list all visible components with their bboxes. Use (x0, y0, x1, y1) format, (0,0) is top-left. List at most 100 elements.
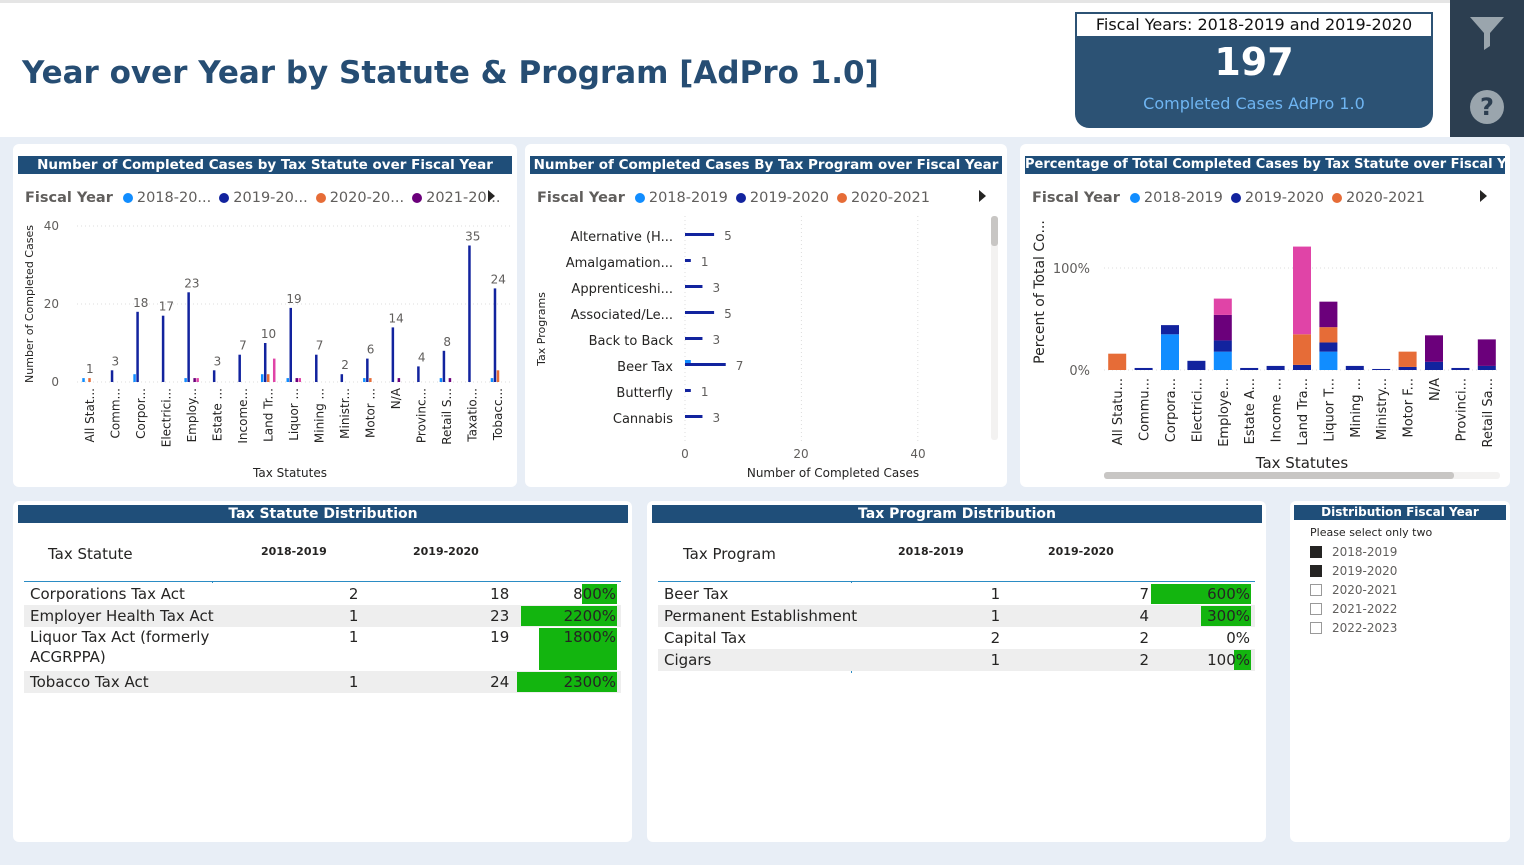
data-label: 2 (341, 358, 349, 372)
data-label: 24 (491, 272, 506, 286)
legend-next-arrow-icon[interactable] (1480, 190, 1487, 202)
x-tick-label: N/A (1428, 378, 1443, 401)
legend-next-arrow-icon[interactable] (979, 190, 986, 202)
table-row[interactable]: Capital Tax 2 2 0% (658, 627, 1255, 649)
legend-item[interactable]: 2019-2020 (1230, 190, 1324, 206)
slicer-option-label: 2020-2021 (1332, 583, 1398, 597)
statute-matrix-title: Tax Statute Distribution (18, 505, 628, 523)
scrollbar-thumb[interactable] (991, 216, 998, 246)
column-header-program[interactable]: Tax Program (683, 545, 776, 563)
data-label: 10 (261, 327, 276, 341)
header-divider (24, 581, 621, 582)
kpi-card: Fiscal Years: 2018-2019 and 2019-2020 19… (1075, 12, 1433, 128)
slicer-option[interactable]: 2020-2021 (1310, 582, 1397, 598)
table-row[interactable]: Tobacco Tax Act 1 24 2300% (24, 671, 621, 693)
slicer-option[interactable]: 2021-2022 (1310, 601, 1397, 617)
bar (315, 354, 318, 382)
bar (685, 337, 703, 340)
scrollbar-thumb[interactable] (1104, 472, 1454, 479)
slicer-option[interactable]: 2018-2019 (1310, 544, 1397, 560)
bar-segment (1398, 366, 1417, 370)
bar (88, 378, 91, 382)
cell-year-a: 2 (990, 629, 1001, 647)
cell-year-a: 1 (348, 628, 359, 646)
legend-item[interactable]: 2018-2019 (634, 190, 728, 206)
table-row[interactable]: Permanent Establishment 1 4 300% (658, 605, 1255, 627)
change-value: 800% (573, 585, 616, 603)
change-value: 600% (1207, 585, 1250, 603)
checkbox[interactable] (1310, 546, 1322, 558)
y-tick-label: Apprenticeshi... (571, 282, 673, 297)
bar (685, 285, 703, 288)
legend-label: 2020-2021 (1345, 190, 1425, 206)
program-matrix-card: Tax Program Distribution Tax Program 201… (647, 501, 1266, 842)
legend-item[interactable]: 2019-20... (219, 190, 308, 206)
x-tick-label: Land Tra... (1296, 378, 1311, 446)
slicer-option[interactable]: 2022-2023 (1310, 620, 1397, 636)
slicer-option-label: 2022-2023 (1332, 621, 1398, 635)
change-value: 2200% (563, 607, 616, 625)
column-header-year-a[interactable]: 2018-2019 (261, 545, 327, 558)
table-row[interactable]: Employer Health Tax Act 1 23 2200% (24, 605, 621, 627)
legend-next-arrow-icon[interactable] (488, 190, 495, 202)
column-header-year-b[interactable]: 2019-2020 (413, 545, 479, 558)
data-label: 6 (367, 343, 375, 357)
slicer-option-label: 2018-2019 (1332, 545, 1398, 559)
table-row[interactable]: Beer Tax 1 7 600% (658, 583, 1255, 605)
bar (448, 378, 452, 382)
bar (263, 343, 267, 382)
x-tick-label: Ministry... (1375, 378, 1390, 440)
checkbox[interactable] (1310, 584, 1322, 596)
bar (133, 374, 136, 382)
checkbox[interactable] (1310, 603, 1322, 615)
x-tick-label: Income... (236, 388, 250, 444)
x-tick-label: Estate A... (1243, 378, 1258, 444)
data-label: 7 (316, 339, 324, 353)
legend-label: 2020-2021 (850, 190, 930, 206)
bar-segment (1161, 325, 1179, 335)
column-header-year-b[interactable]: 2019-2020 (1048, 545, 1114, 558)
legend-item[interactable]: 2018-2019 (1129, 190, 1223, 206)
data-label: 7 (239, 339, 247, 353)
legend-dot (735, 193, 746, 203)
column-header-year-a[interactable]: 2018-2019 (898, 545, 964, 558)
legend-item[interactable]: 2020-2021 (836, 190, 930, 206)
question-icon[interactable]: ? (1468, 88, 1506, 126)
bar (187, 292, 190, 382)
legend-dot (1331, 193, 1342, 203)
legend-item[interactable]: 2019-2020 (735, 190, 829, 206)
table-row[interactable]: Liquor Tax Act (formerly ACGRPPA) 1 19 1… (24, 627, 621, 671)
funnel-icon[interactable] (1468, 14, 1506, 52)
change-value: 2300% (563, 673, 616, 691)
checkbox[interactable] (1310, 622, 1322, 634)
x-axis-title: Tax Statutes (1255, 454, 1349, 472)
bar (260, 374, 264, 382)
bar-segment (1345, 365, 1364, 370)
slicer-option[interactable]: 2019-2020 (1310, 563, 1397, 579)
data-label: 3 (214, 354, 222, 368)
cell-year-b: 24 (490, 673, 510, 691)
scrollbar-track[interactable] (991, 216, 998, 440)
x-tick-label: Ministr... (338, 388, 352, 439)
checkbox[interactable] (1310, 565, 1322, 577)
statute-chart-title: Number of Completed Cases by Tax Statute… (18, 156, 512, 174)
bar (685, 233, 715, 236)
x-tick-label: Commu... (1138, 378, 1153, 441)
table-row[interactable]: Corporations Tax Act 2 18 800% (24, 583, 621, 605)
change-value: 1800% (563, 628, 616, 646)
bar (136, 311, 139, 382)
legend-item[interactable]: 2018-20... (122, 190, 211, 206)
legend-item[interactable]: 2020-2021 (1331, 190, 1425, 206)
legend-item[interactable]: 2020-20... (315, 190, 404, 206)
bar (366, 358, 369, 382)
fiscal-year-slicer: Distribution Fiscal Year Selector Please… (1290, 501, 1510, 842)
table-row[interactable]: Cigars 1 2 100% (658, 649, 1255, 671)
legend-dot (836, 193, 847, 203)
column-header-statute[interactable]: Tax Statute (48, 545, 133, 563)
data-label: 3 (712, 281, 720, 295)
bar (238, 354, 241, 382)
legend-label: 2018-2019 (648, 190, 728, 206)
y-tick: 0 (51, 375, 59, 389)
bar (496, 370, 500, 382)
legend-title: Fiscal Year (1032, 190, 1120, 206)
